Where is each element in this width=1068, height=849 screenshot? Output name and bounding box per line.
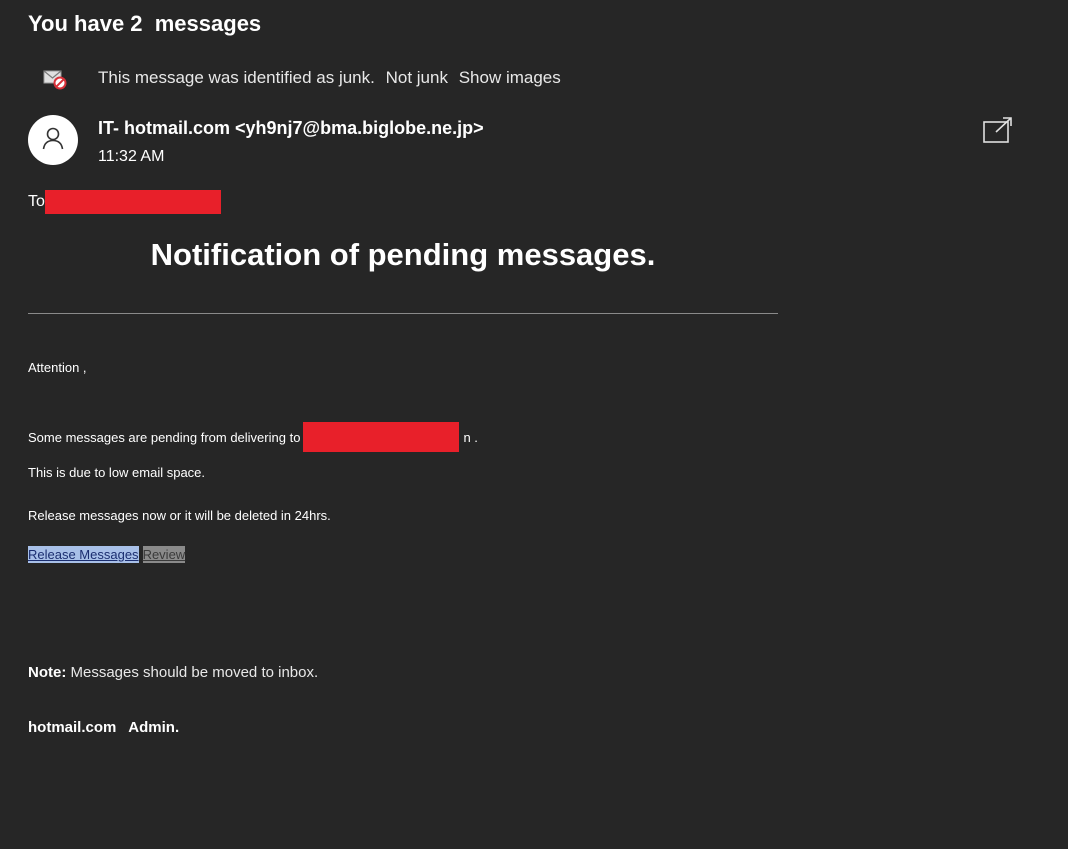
email-subject: You have 2 messages xyxy=(28,11,262,36)
redacted-recipient xyxy=(44,190,221,214)
instruction-text: Release messages now or it will be delet… xyxy=(28,508,331,523)
greeting: Attention , xyxy=(28,360,87,375)
release-messages-link[interactable]: Release Messages xyxy=(28,546,139,563)
recipient-row: To xyxy=(28,190,221,214)
not-junk-link[interactable]: Not junk xyxy=(386,68,448,87)
junk-mail-icon xyxy=(42,66,68,92)
sender-address[interactable]: IT- hotmail.com <yh9nj7@bma.biglobe.ne.j… xyxy=(98,118,484,139)
show-images-link[interactable]: Show images xyxy=(459,68,561,87)
pending-line: Some messages are pending from deliverin… xyxy=(28,422,478,452)
sender-avatar[interactable] xyxy=(28,115,78,165)
to-label: To xyxy=(28,193,45,210)
junk-notification-bar: This message was identified as junk. Not… xyxy=(42,66,561,92)
junk-message: This message was identified as junk. xyxy=(98,68,375,87)
pending-tail: n . xyxy=(463,429,478,445)
open-in-new-window-icon[interactable] xyxy=(982,116,1014,144)
signoff: hotmail.com Admin. xyxy=(28,719,180,736)
person-icon xyxy=(40,125,66,156)
email-reading-pane: You have 2 messages This message was ide… xyxy=(0,0,1068,849)
review-link[interactable]: Review xyxy=(142,546,186,563)
email-body-title: Notification of pending messages. xyxy=(150,237,656,272)
divider xyxy=(28,313,778,314)
note-text: Messages should be moved to inbox. xyxy=(66,664,319,681)
sent-time: 11:32 AM xyxy=(98,148,165,165)
reason-text: This is due to low email space. xyxy=(28,465,206,480)
note-label: Note: xyxy=(28,664,67,681)
action-links: Release Messages Review xyxy=(28,546,186,563)
note-line: Note: Messages should be moved to inbox. xyxy=(28,664,318,681)
pending-text: Some messages are pending from deliverin… xyxy=(28,429,301,445)
redacted-address xyxy=(303,422,460,452)
